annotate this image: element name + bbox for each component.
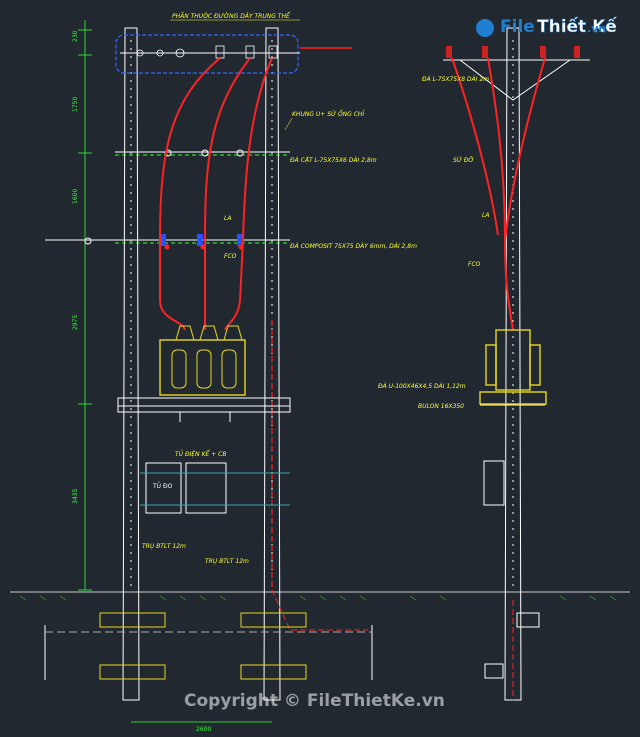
dim-1750: 1750	[72, 97, 79, 112]
label-composite-crossarm: ĐÀ COMPOSIT 75X75 DÀY 6mm, DÀI 2,8m	[290, 243, 417, 250]
pole-left	[122, 27, 140, 701]
label-crossarm-l: ĐÀ CẶT L-75X75X6 DÀI 2,8m	[290, 157, 377, 164]
logo-icon	[476, 19, 494, 37]
cad-drawing-canvas: 230 1750 1600 2975 3435 TỦ ĐO 2600 PHẦN …	[0, 0, 640, 737]
ground-rods	[44, 625, 373, 680]
span-dimension: 2600	[196, 726, 211, 733]
logo-brand-a: File	[500, 17, 535, 37]
crossarm-l-front	[115, 149, 290, 157]
label-side-fco: FCO	[468, 261, 481, 268]
label-side-u-beam: ĐÀ U-100X46X4,5 DÀI 1,12m	[378, 383, 466, 390]
label-fco-front: FCO	[224, 253, 237, 260]
foundation-blocks	[99, 612, 307, 680]
dim-1600: 1600	[72, 189, 79, 204]
label-side-insulator: SỨ ĐỠ	[453, 157, 474, 164]
label-side-bolt: BULON 16X350	[418, 403, 464, 410]
label-side-la: LA	[482, 212, 489, 219]
label-mv-line-section: PHẦN THUỘC ĐƯỜNG DÂY TRUNG THẾ	[172, 12, 291, 20]
label-la-front: LA	[224, 215, 231, 222]
label-pole-a: TRỤ BTLT 12m	[142, 543, 186, 550]
pole-right	[263, 27, 281, 701]
mv-insulators	[136, 45, 278, 59]
dim-2975: 2975	[72, 315, 79, 330]
dim-3435: 3435	[72, 489, 79, 504]
copyright-watermark: Copyright © FileThietKe.vn	[184, 691, 445, 711]
label-frame: KHUNG U+ SỨ ỐNG CHỈ	[292, 110, 365, 118]
label-pole-b: TRỤ BTLT 12m	[205, 558, 249, 565]
dim-230: 230	[72, 30, 79, 42]
side-wires	[451, 57, 546, 700]
label-meter-cabinet: TỦ ĐIỆN KẾ + CB	[175, 450, 226, 458]
brand-logo: File Thiết Kế .vn	[476, 16, 617, 37]
mv-line-section-box	[115, 34, 299, 74]
substation-elevation-drawing: 230 1750 1600 2975 3435 TỦ ĐO 2600 PHẦN …	[10, 12, 630, 733]
transformer-platform	[117, 397, 291, 422]
meter-cabinet-label: TỦ ĐO	[152, 482, 173, 490]
ground-line	[10, 591, 630, 601]
composite-crossarm-front	[45, 234, 290, 250]
logo-domain: .vn	[587, 22, 606, 35]
dimension-chain	[78, 20, 92, 591]
transformer-front	[159, 325, 246, 396]
label-side-crossarm: ĐÀ L-75X75X8 DÀI 2m	[422, 76, 489, 83]
pole-side	[443, 27, 590, 701]
